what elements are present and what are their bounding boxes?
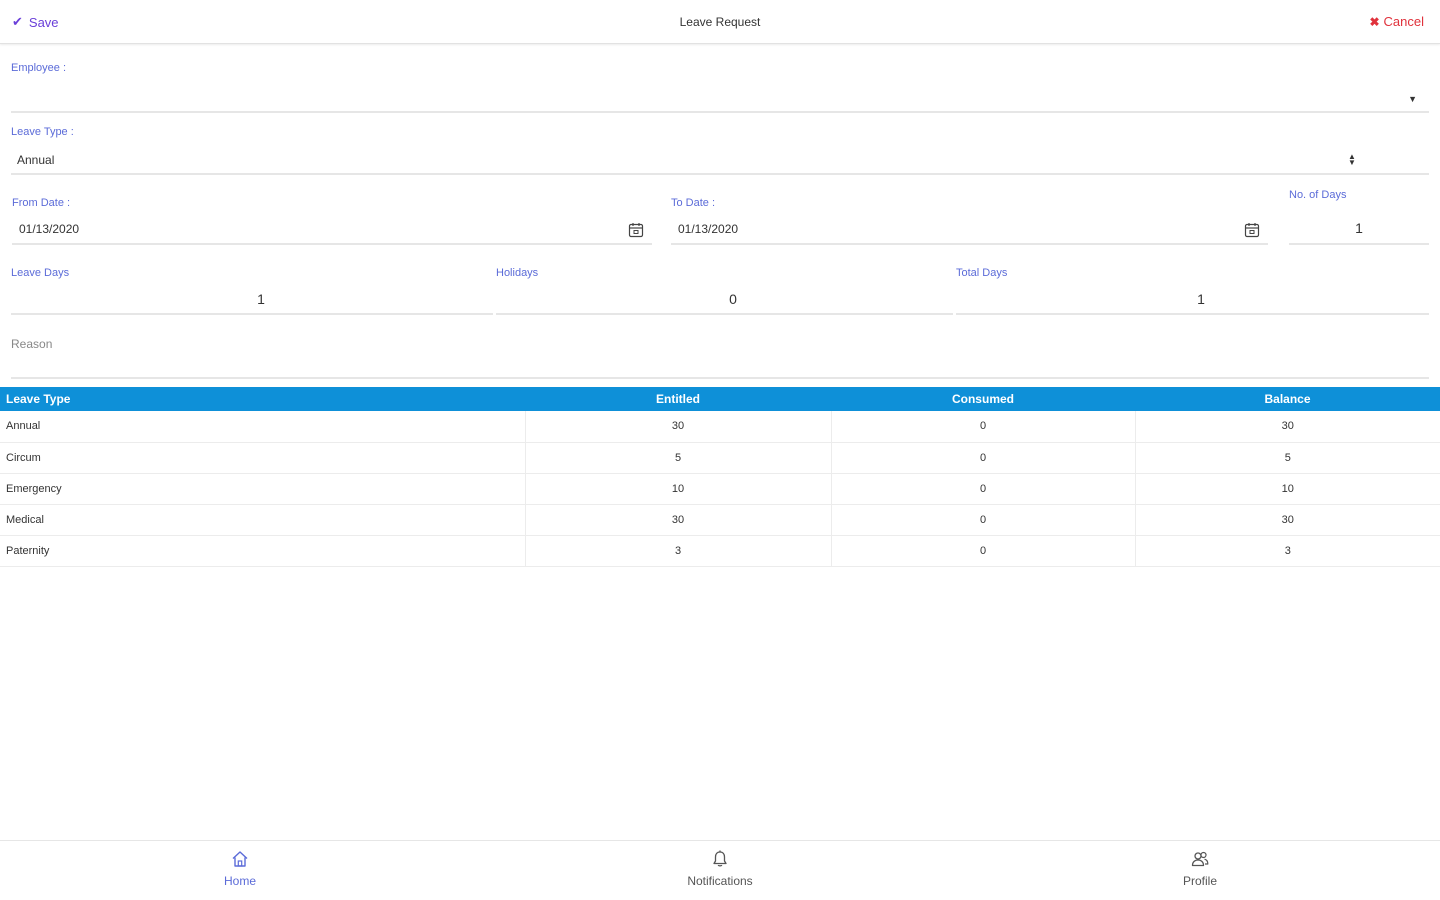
cell-balance: 30	[1135, 504, 1440, 536]
bottom-navigation: Home Notifications Profile	[0, 840, 1440, 900]
total-days-label: Total Days	[956, 267, 1008, 279]
reason-underline	[11, 377, 1429, 379]
cell-leave-type: Paternity	[0, 535, 526, 567]
close-icon: ✖	[1369, 14, 1380, 29]
column-header-entitled: Entitled	[525, 387, 831, 411]
calendar-icon[interactable]	[1244, 222, 1260, 238]
table-row: Paternity 3 0 3	[0, 535, 1440, 567]
column-header-balance: Balance	[1135, 387, 1440, 411]
top-toolbar: ✔ Save Leave Request ✖ Cancel	[0, 0, 1440, 44]
nav-label-profile: Profile	[1182, 874, 1217, 888]
up-down-arrows-icon: ▲ ▼	[1348, 152, 1356, 167]
cell-entitled: 3	[525, 535, 832, 567]
cancel-button[interactable]: ✖ Cancel	[1369, 14, 1424, 29]
to-date-underline	[671, 243, 1268, 245]
table-row: Circum 5 0 5	[0, 442, 1440, 474]
cell-balance: 30	[1135, 411, 1440, 443]
nav-item-notifications[interactable]: Notifications	[480, 841, 960, 900]
table-row: Annual 30 0 30	[0, 411, 1440, 443]
nav-label-notifications: Notifications	[687, 874, 753, 888]
cell-entitled: 30	[525, 411, 832, 443]
save-button[interactable]: ✔ Save	[12, 14, 59, 30]
nav-label-home: Home	[223, 874, 256, 888]
no-of-days-underline	[1289, 243, 1429, 245]
table-row: Medical 30 0 30	[0, 504, 1440, 536]
caret-down-icon: ▼	[1408, 94, 1417, 104]
cell-consumed: 0	[831, 411, 1136, 443]
cell-leave-type: Circum	[0, 442, 526, 474]
checkmark-icon: ✔	[12, 14, 23, 29]
save-label: Save	[28, 14, 59, 30]
total-days-value[interactable]: 1	[956, 291, 1440, 307]
from-date-label: From Date :	[12, 197, 71, 209]
reason-placeholder: Reason	[11, 337, 53, 351]
cell-consumed: 0	[831, 442, 1136, 474]
cell-leave-type: Medical	[0, 504, 526, 536]
leave-type-label: Leave Type :	[11, 126, 74, 138]
nav-item-home[interactable]: Home	[0, 841, 480, 900]
column-header-leave-type: Leave Type	[0, 387, 525, 411]
cell-consumed: 0	[831, 504, 1136, 536]
no-of-days-label: No. of Days	[1289, 189, 1347, 201]
employee-label: Employee :	[11, 62, 67, 74]
users-icon	[1191, 851, 1209, 867]
from-date-underline	[12, 243, 652, 245]
employee-select[interactable]: ▼	[11, 84, 1429, 112]
cell-entitled: 5	[525, 442, 832, 474]
employee-underline	[11, 111, 1429, 113]
page-title: Leave Request	[679, 15, 761, 29]
no-of-days-value[interactable]: 1	[1289, 220, 1429, 236]
reason-input[interactable]: Reason	[11, 332, 1429, 378]
cell-consumed: 0	[831, 535, 1136, 567]
cell-leave-type: Emergency	[0, 473, 526, 505]
cell-entitled: 30	[525, 504, 832, 536]
leave-type-underline	[11, 173, 1429, 175]
nav-item-profile[interactable]: Profile	[960, 841, 1440, 900]
cell-balance: 5	[1135, 442, 1440, 474]
home-icon	[232, 851, 248, 867]
leave-type-value: Annual	[17, 153, 55, 167]
holidays-underline	[496, 313, 953, 315]
from-date-input[interactable]: 01/13/2020	[12, 214, 652, 244]
table-row: Emergency 10 0 10	[0, 473, 1440, 505]
total-days-underline	[956, 313, 1429, 315]
cell-balance: 10	[1135, 473, 1440, 505]
holidays-label: Holidays	[496, 267, 539, 279]
cell-balance: 3	[1135, 535, 1440, 567]
from-date-value: 01/13/2020	[19, 222, 80, 236]
cell-leave-type: Annual	[0, 411, 526, 443]
to-date-value: 01/13/2020	[678, 222, 739, 236]
table-header-row: Leave Type Entitled Consumed Balance	[0, 387, 1440, 411]
leave-balance-table: Leave Type Entitled Consumed Balance Ann…	[0, 387, 1440, 567]
leave-type-select[interactable]: Annual ▲ ▼	[11, 146, 1429, 174]
holidays-value[interactable]: 0	[496, 291, 970, 307]
to-date-label: To Date :	[671, 197, 716, 209]
cancel-label: Cancel	[1383, 14, 1424, 29]
bell-icon	[713, 850, 727, 867]
leave-days-label: Leave Days	[11, 267, 70, 279]
column-header-consumed: Consumed	[831, 387, 1135, 411]
calendar-icon[interactable]	[628, 222, 644, 238]
leave-days-underline	[11, 313, 493, 315]
cell-consumed: 0	[831, 473, 1136, 505]
cell-entitled: 10	[525, 473, 832, 505]
leave-days-value[interactable]: 1	[11, 291, 511, 307]
to-date-input[interactable]: 01/13/2020	[671, 214, 1268, 244]
